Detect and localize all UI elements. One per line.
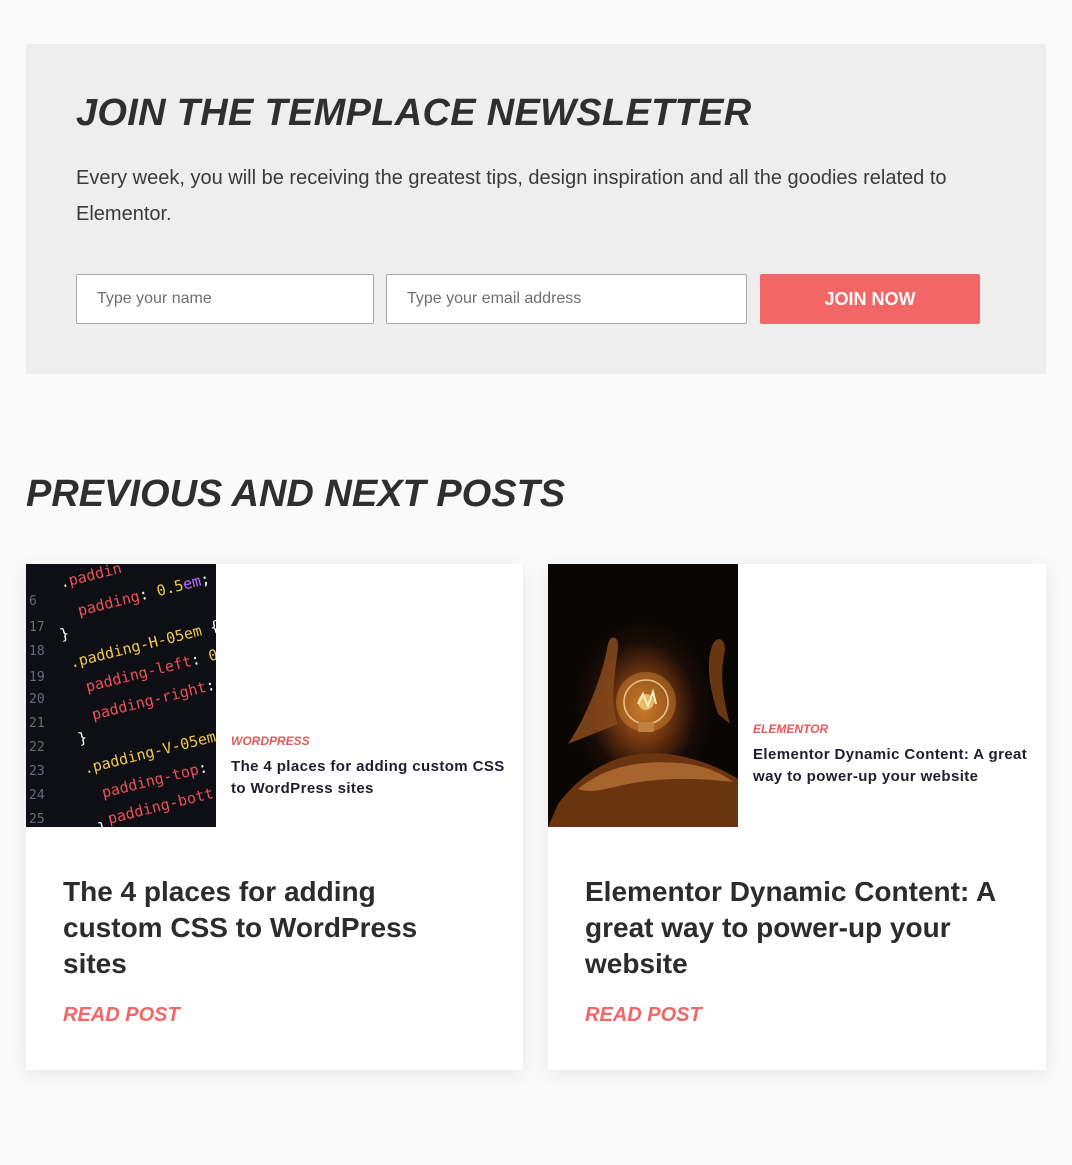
newsletter-title: JOIN THE TEMPLACE NEWSLETTER bbox=[76, 92, 752, 134]
thumbnail-title: The 4 places for adding custom CSS to Wo… bbox=[231, 758, 505, 797]
post-thumbnail[interactable]: ELEMENTOR Elementor Dynamic Content: A g… bbox=[548, 564, 1046, 827]
email-input[interactable] bbox=[386, 274, 747, 324]
thumbnail-title: Elementor Dynamic Content: A great way t… bbox=[753, 746, 1028, 785]
post-title[interactable]: The 4 places for adding custom CSS to Wo… bbox=[63, 874, 483, 982]
newsletter-description: Every week, you will be receiving the gr… bbox=[76, 167, 947, 225]
code-photo: 6 17 18 19 20 21 22 23 24 25 .paddin pad… bbox=[26, 564, 216, 827]
post-thumbnail[interactable]: 6 17 18 19 20 21 22 23 24 25 .paddin pad… bbox=[26, 564, 523, 827]
read-post-link[interactable]: READ POST bbox=[585, 1004, 702, 1027]
posts-section-title: PREVIOUS AND NEXT POSTS bbox=[26, 473, 566, 515]
thumbnail-category: WORDPRESS bbox=[231, 734, 310, 748]
thumbnail-category: ELEMENTOR bbox=[753, 722, 829, 736]
lightbulb-photo bbox=[548, 564, 738, 827]
post-title[interactable]: Elementor Dynamic Content: A great way t… bbox=[585, 874, 1005, 982]
newsletter-section: JOIN THE TEMPLACE NEWSLETTER Every week,… bbox=[26, 44, 1046, 374]
read-post-link[interactable]: READ POST bbox=[63, 1004, 180, 1027]
post-card-previous: 6 17 18 19 20 21 22 23 24 25 .paddin pad… bbox=[26, 564, 523, 1070]
post-card-next: ELEMENTOR Elementor Dynamic Content: A g… bbox=[548, 564, 1046, 1070]
join-now-button[interactable]: JOIN NOW bbox=[760, 274, 980, 324]
lightbulb-hand-illustration bbox=[548, 637, 738, 827]
name-input[interactable] bbox=[76, 274, 374, 324]
